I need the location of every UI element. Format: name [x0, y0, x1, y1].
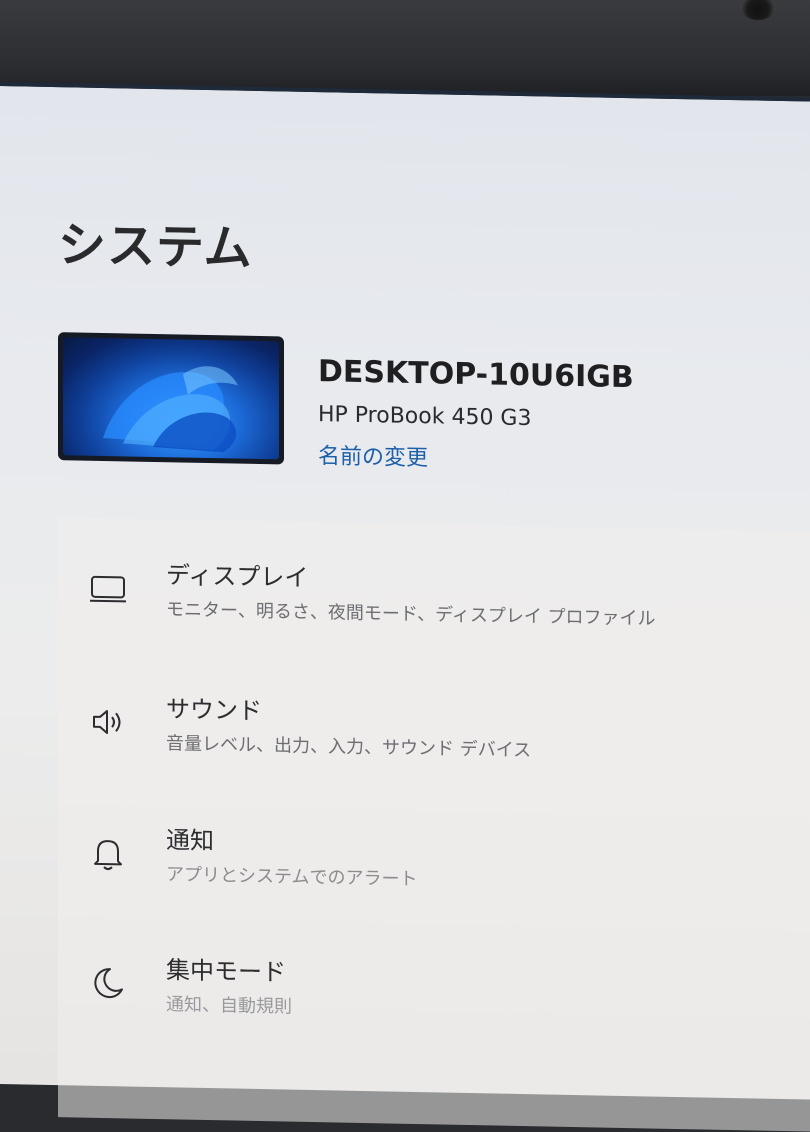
settings-item-title: 通知 [166, 826, 214, 856]
speaker-icon [88, 702, 128, 743]
laptop-bezel [0, 0, 810, 96]
settings-item-title: ディスプレイ [166, 561, 309, 592]
settings-item-title: 集中モード [166, 956, 286, 987]
rename-link[interactable]: 名前の変更 [318, 438, 428, 472]
settings-item-description: 音量レベル、出力、入力、サウンド デバイス [166, 733, 532, 762]
moon-icon [88, 963, 128, 1004]
device-model: HP ProBook 450 G3 [318, 402, 532, 432]
page-title: システム [58, 217, 253, 277]
windows-bloom-icon [103, 366, 238, 453]
webcam-icon [740, 0, 776, 20]
settings-item-title: サウンド [166, 695, 262, 726]
settings-item-sound[interactable]: サウンド 音量レベル、出力、入力、サウンド デバイス [58, 661, 810, 795]
desktop-wallpaper [63, 337, 279, 460]
settings-item-description: モニター、明るさ、夜間モード、ディスプレイ プロファイル [166, 599, 656, 630]
settings-window: システム DESKTOP-10U6IGB HP ProBook 450 G3 名… [0, 82, 810, 1132]
bell-icon [88, 833, 128, 874]
device-name: DESKTOP-10U6IGB [318, 354, 634, 396]
settings-item-focus[interactable]: 集中モード 通知、自動規則 [58, 922, 810, 1056]
device-thumbnail [58, 332, 284, 465]
settings-item-display[interactable]: ディスプレイ モニター、明るさ、夜間モード、ディスプレイ プロファイル [58, 527, 810, 661]
settings-item-description: 通知、自動規則 [166, 994, 292, 1018]
monitor-icon [88, 568, 128, 609]
settings-item-description: アプリとシステムでのアラート [166, 864, 418, 891]
settings-item-notifications[interactable]: 通知 アプリとシステムでのアラート [58, 792, 810, 926]
